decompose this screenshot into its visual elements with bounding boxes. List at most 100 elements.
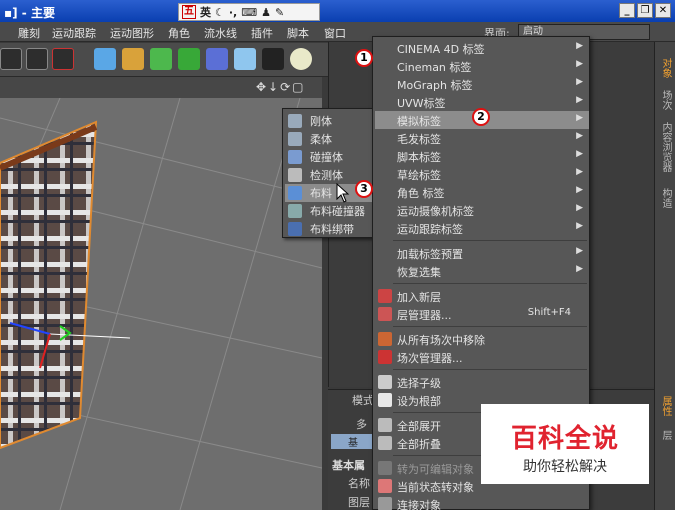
dot-icon[interactable]: ·,: [229, 6, 237, 19]
submenu-item-rigid-body[interactable]: 刚体: [285, 112, 377, 130]
viewport-nav-icons[interactable]: ✥↓⟳▢: [256, 80, 306, 94]
submenu-arrow-icon: ▶: [576, 113, 583, 123]
menu-item-restore-selection[interactable]: 恢复选集 ▶: [375, 262, 589, 280]
layer-add-icon: [378, 289, 392, 303]
side-tab-takes[interactable]: 场次: [658, 90, 673, 110]
attr-multi-label: 多: [356, 418, 367, 431]
mouse-cursor-icon: [336, 183, 350, 203]
ime-language[interactable]: 英: [200, 4, 211, 20]
side-tab-layers[interactable]: 层: [658, 430, 673, 440]
ime-toolbar[interactable]: 五 英 ☾ ·, ⌨ ♟ ✎: [178, 3, 320, 21]
menu-sculpt[interactable]: 雕刻: [18, 25, 40, 41]
shortcut-label: Shift+F4: [527, 307, 571, 318]
3d-viewport[interactable]: [0, 98, 322, 510]
menu-item-sketch-tags[interactable]: 草绘标签 ▶: [375, 165, 589, 183]
connect-objects-icon: [378, 497, 392, 510]
make-editable-icon: [378, 461, 392, 475]
step-badge-3: 3: [355, 180, 373, 198]
menu-window[interactable]: 窗口: [324, 25, 346, 41]
pen-icon[interactable]: [122, 48, 144, 70]
take-remove-icon: [378, 332, 392, 346]
side-tab-attributes[interactable]: 属性: [658, 396, 673, 416]
menu-script[interactable]: 脚本: [287, 25, 309, 41]
menu-item-script-tags[interactable]: 脚本标签 ▶: [375, 147, 589, 165]
cloth-plane[interactable]: [0, 120, 98, 450]
submenu-arrow-icon: ▶: [576, 59, 583, 69]
menu-item-take-manager[interactable]: 场次管理器...: [375, 348, 589, 366]
watermark-sub: 助你轻松解决: [523, 459, 607, 475]
menu-item-cinema4d-tags[interactable]: CINEMA 4D 标签 ▶: [375, 39, 589, 57]
submenu-arrow-icon: ▶: [576, 77, 583, 87]
submenu-arrow-icon: ▶: [576, 149, 583, 159]
menu-item-character-tags[interactable]: 角色 标签 ▶: [375, 183, 589, 201]
menu-character[interactable]: 角色: [168, 25, 190, 41]
window-title: ▪] - 主要: [4, 6, 55, 20]
simulation-tags-submenu: 刚体 柔体 碰撞体 检测体 布料 布料碰撞器 布料绑带: [282, 108, 378, 238]
side-tabs: 对象 场次 内容浏览器 构造 属性 层: [654, 42, 675, 510]
select-children-icon: [378, 375, 392, 389]
light-icon[interactable]: [290, 48, 312, 70]
ghost-icon: [288, 168, 302, 182]
menu-separator: [393, 240, 587, 241]
ime-box-icon[interactable]: 五: [182, 5, 196, 19]
main-toolbar: [0, 43, 330, 77]
cloth-belt-icon: [288, 222, 302, 236]
attr-basic-button[interactable]: 基: [331, 434, 375, 449]
menu-item-motion-tracking-tags[interactable]: 运动跟踪标签 ▶: [375, 219, 589, 237]
attr-layer-label: 图层: [348, 496, 370, 509]
render-view-icon[interactable]: [0, 48, 22, 70]
menu-pipeline[interactable]: 流水线: [204, 25, 237, 41]
state-to-object-icon: [378, 479, 392, 493]
set-root-icon: [378, 393, 392, 407]
restore-button[interactable]: ❐: [637, 3, 653, 18]
submenu-item-collider[interactable]: 碰撞体: [285, 148, 377, 166]
submenu-item-cloth-belt[interactable]: 布料绑带: [285, 220, 377, 238]
menu-plugins[interactable]: 插件: [251, 25, 273, 41]
side-tab-objects[interactable]: 对象: [658, 58, 673, 78]
cloner-icon[interactable]: [178, 48, 200, 70]
submenu-arrow-icon: ▶: [576, 264, 583, 274]
render-settings-icon[interactable]: [52, 48, 74, 70]
menu-item-remove-from-takes[interactable]: 从所有场次中移除: [375, 330, 589, 348]
rigid-body-icon: [288, 114, 302, 128]
minimize-button[interactable]: _: [619, 3, 635, 18]
menu-item-load-tag-preset[interactable]: 加载标签预置 ▶: [375, 244, 589, 262]
cloth-icon: [288, 186, 302, 200]
menu-item-layer-manager[interactable]: 层管理器... Shift+F4: [375, 305, 589, 323]
take-manager-icon: [378, 350, 392, 364]
menu-item-add-new-layer[interactable]: 加入新层: [375, 287, 589, 305]
menu-item-connect-objects[interactable]: 连接对象: [375, 495, 589, 510]
menu-item-select-children[interactable]: 选择子级: [375, 373, 589, 391]
menu-item-cineman-tags[interactable]: Cineman 标签 ▶: [375, 57, 589, 75]
submenu-item-cloth-collider[interactable]: 布料碰撞器: [285, 202, 377, 220]
keyboard-icon[interactable]: ⌨: [241, 6, 257, 19]
user-icon[interactable]: ♟: [261, 6, 271, 19]
cube-icon[interactable]: [94, 48, 116, 70]
menu-separator: [393, 326, 587, 327]
moon-icon[interactable]: ☾: [215, 6, 225, 19]
attr-basic-label: 基本属: [332, 459, 365, 472]
submenu-arrow-icon: ▶: [576, 246, 583, 256]
step-badge-2: 2: [472, 108, 490, 126]
submenu-arrow-icon: ▶: [576, 203, 583, 213]
submenu-arrow-icon: ▶: [576, 185, 583, 195]
menu-mograph[interactable]: 运动图形: [110, 25, 154, 41]
side-tab-content-browser[interactable]: 内容浏览器: [658, 122, 673, 172]
submenu-item-soft-body[interactable]: 柔体: [285, 130, 377, 148]
soft-body-icon: [288, 132, 302, 146]
menu-motion-tracking[interactable]: 运动跟踪: [52, 25, 96, 41]
render-icon[interactable]: [26, 48, 48, 70]
side-tab-structure[interactable]: 构造: [658, 188, 673, 208]
menu-item-hair-tags[interactable]: 毛发标签 ▶: [375, 129, 589, 147]
floor-icon[interactable]: [234, 48, 256, 70]
camera-icon[interactable]: [262, 48, 284, 70]
attr-mode-tab[interactable]: 模式: [352, 392, 374, 408]
submenu-arrow-icon: ▶: [576, 41, 583, 51]
menu-item-motion-camera-tags[interactable]: 运动摄像机标签 ▶: [375, 201, 589, 219]
close-button[interactable]: ✕: [655, 3, 671, 18]
deformer-icon[interactable]: [206, 48, 228, 70]
expand-all-icon: [378, 418, 392, 432]
wrench-icon[interactable]: ✎: [275, 6, 284, 19]
menu-item-mograph-tags[interactable]: MoGraph 标签 ▶: [375, 75, 589, 93]
subdivision-icon[interactable]: [150, 48, 172, 70]
